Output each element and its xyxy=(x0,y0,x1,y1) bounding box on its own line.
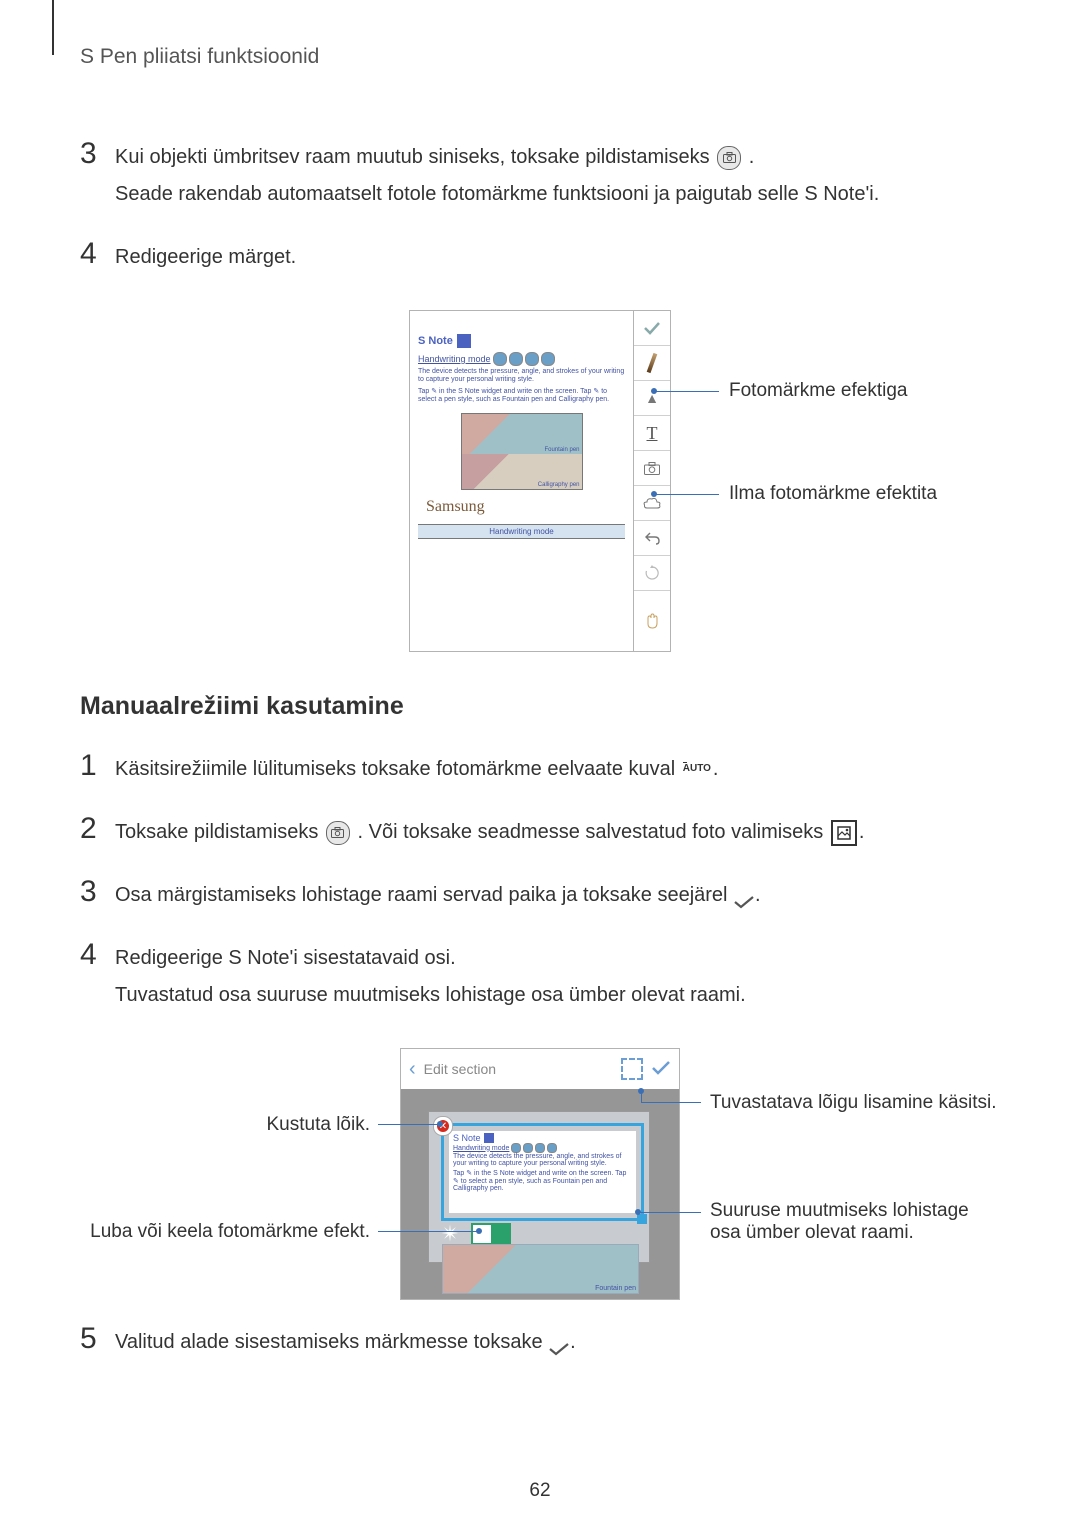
step-text: . xyxy=(749,146,755,168)
callout-label: Ilma fotomärkme efektita xyxy=(729,483,937,505)
figure-1: S Note Handwriting mode The device detec… xyxy=(80,310,1000,652)
step-text: Redigeerige S Note'i sisestatavaid osi. xyxy=(115,944,1000,973)
step-4: 4 Redigeerige S Note'i sisestatavaid osi… xyxy=(80,940,1000,1018)
mock-tip: Tap ✎ in the S Note widget and write on … xyxy=(418,388,625,405)
callout-line xyxy=(654,494,719,495)
text-tool-icon: T xyxy=(634,416,670,451)
mock-desc: The device detects the pressure, angle, … xyxy=(418,368,625,385)
up-triangle-icon: ▲ xyxy=(634,381,670,416)
confirm-icon xyxy=(651,1056,671,1082)
step-text: Redigeerige märget. xyxy=(115,243,1000,272)
selection-frame: S Note Handwriting mode The device detec… xyxy=(441,1123,644,1221)
screenshot-mock: S Note Handwriting mode The device detec… xyxy=(409,310,671,652)
mode-dot-icon xyxy=(541,352,555,366)
mode-dot-icon xyxy=(493,352,507,366)
effect-toggle xyxy=(471,1223,511,1245)
step-text: Seade rakendab automaatselt fotole fotom… xyxy=(115,180,1000,209)
snote-logo-icon xyxy=(457,334,471,348)
step-number: 4 xyxy=(80,239,115,280)
mode-dot-icon xyxy=(509,352,523,366)
step-number: 3 xyxy=(80,139,115,217)
pen-label: Calligraphy pen xyxy=(538,482,580,488)
section-title: S Pen pliiatsi funktsioonid xyxy=(80,45,1000,69)
toolbar-side: ▲ T xyxy=(633,311,670,651)
camera-icon xyxy=(717,146,741,170)
hand-icon xyxy=(634,591,670,651)
step-text: . xyxy=(713,758,719,780)
step-text: . xyxy=(859,821,865,843)
figure-2: ‹ Edit section S Note Handwriting mode T… xyxy=(80,1048,1000,1300)
step-number: 3 xyxy=(80,877,115,918)
step-text: Kui objekti ümbritsev raam muutub sinise… xyxy=(115,146,715,168)
gallery-icon xyxy=(831,820,857,846)
snote-label: S Note xyxy=(418,335,453,347)
step-text: Valitud alade sisestamiseks märkmesse to… xyxy=(115,1331,548,1353)
resize-handle-icon xyxy=(637,1214,647,1224)
mock-footer: Handwriting mode xyxy=(418,524,625,539)
step-text: Tuvastatud osa suuruse muutmiseks lohist… xyxy=(115,981,1000,1010)
step-number: 5 xyxy=(80,1324,115,1365)
page-corner-rule xyxy=(52,0,54,55)
step-5: 5 Valitud alade sisestamiseks märkmesse … xyxy=(80,1324,1000,1365)
step-3-top: 3 Kui objekti ümbritsev raam muutub sini… xyxy=(80,139,1000,217)
callout-line xyxy=(641,1089,642,1102)
screenshot-mock: ‹ Edit section S Note Handwriting mode T… xyxy=(400,1048,680,1300)
step-2: 2 Toksake pildistamiseks . Või toksake s… xyxy=(80,814,1000,855)
snote-logo-icon xyxy=(484,1133,494,1143)
mode-dot-icon xyxy=(535,1143,545,1153)
snote-label: S Note xyxy=(453,1133,481,1143)
callout-label: Kustuta lõik. xyxy=(267,1114,371,1136)
topbar-title: Edit section xyxy=(424,1061,613,1077)
handwriting-label: Handwriting mode xyxy=(453,1145,509,1152)
callout-label: Suuruse muutmiseks lohistage xyxy=(710,1200,969,1222)
back-icon: ‹ xyxy=(409,1058,416,1081)
step-text: Osa märgistamiseks lohistage raami serva… xyxy=(115,884,733,906)
callout-label: osa ümber olevat raami. xyxy=(710,1222,914,1244)
step-text: . Või toksake seadmesse salvestatud foto… xyxy=(358,821,829,843)
subheading: Manuaalrežiimi kasutamine xyxy=(80,692,1000,721)
signature-sample: Samsung xyxy=(426,498,625,516)
pen-label: Fountain pen xyxy=(595,1285,636,1292)
undo-icon xyxy=(634,521,670,556)
step-text: Toksake pildistamiseks xyxy=(115,821,324,843)
add-section-icon xyxy=(621,1058,643,1080)
rotate-icon xyxy=(634,556,670,591)
mock-tip: Tap ✎ in the S Note widget and write on … xyxy=(453,1169,632,1192)
check-icon xyxy=(733,889,755,903)
auto-mode-icon: AUTO xyxy=(683,762,711,777)
step-number: 2 xyxy=(80,814,115,855)
callout-line xyxy=(638,1212,701,1213)
mode-dot-icon xyxy=(547,1143,557,1153)
step-1: 1 Käsitsirežiimile lülitumiseks toksake … xyxy=(80,751,1000,792)
step-text: Käsitsirežiimile lülitumiseks toksake fo… xyxy=(115,758,681,780)
mock-desc: The device detects the pressure, angle, … xyxy=(453,1153,632,1167)
step-number: 1 xyxy=(80,751,115,792)
step-4-top: 4 Redigeerige märget. xyxy=(80,239,1000,280)
pen-tool-icon xyxy=(634,346,670,381)
callout-label: Tuvastatava lõigu lisamine käsitsi. xyxy=(710,1092,997,1114)
step-number: 4 xyxy=(80,940,115,1018)
mode-dot-icon xyxy=(511,1143,521,1153)
callout-label: Luba või keela fotomärkme efekt. xyxy=(90,1221,370,1243)
step-text: . xyxy=(570,1331,576,1353)
captured-photo: Fountain pen xyxy=(442,1244,639,1294)
camera-tool-icon xyxy=(634,451,670,486)
callout-line xyxy=(378,1124,438,1125)
mode-dot-icon xyxy=(523,1143,533,1153)
check-icon xyxy=(548,1336,570,1350)
mode-dot-icon xyxy=(525,352,539,366)
callout-line xyxy=(654,391,719,392)
callout-line xyxy=(378,1231,477,1232)
step-text: . xyxy=(755,884,761,906)
delete-section-icon: ✕ xyxy=(433,1116,453,1136)
pen-label: Fountain pen xyxy=(544,447,579,453)
handwriting-label: Handwriting mode xyxy=(418,354,491,364)
callout-line xyxy=(641,1102,701,1103)
page-number: 62 xyxy=(0,1480,1080,1502)
step-3: 3 Osa märgistamiseks lohistage raami ser… xyxy=(80,877,1000,918)
callout-label: Fotomärkme efektiga xyxy=(729,380,907,402)
confirm-icon xyxy=(634,311,670,346)
camera-icon xyxy=(326,821,350,845)
